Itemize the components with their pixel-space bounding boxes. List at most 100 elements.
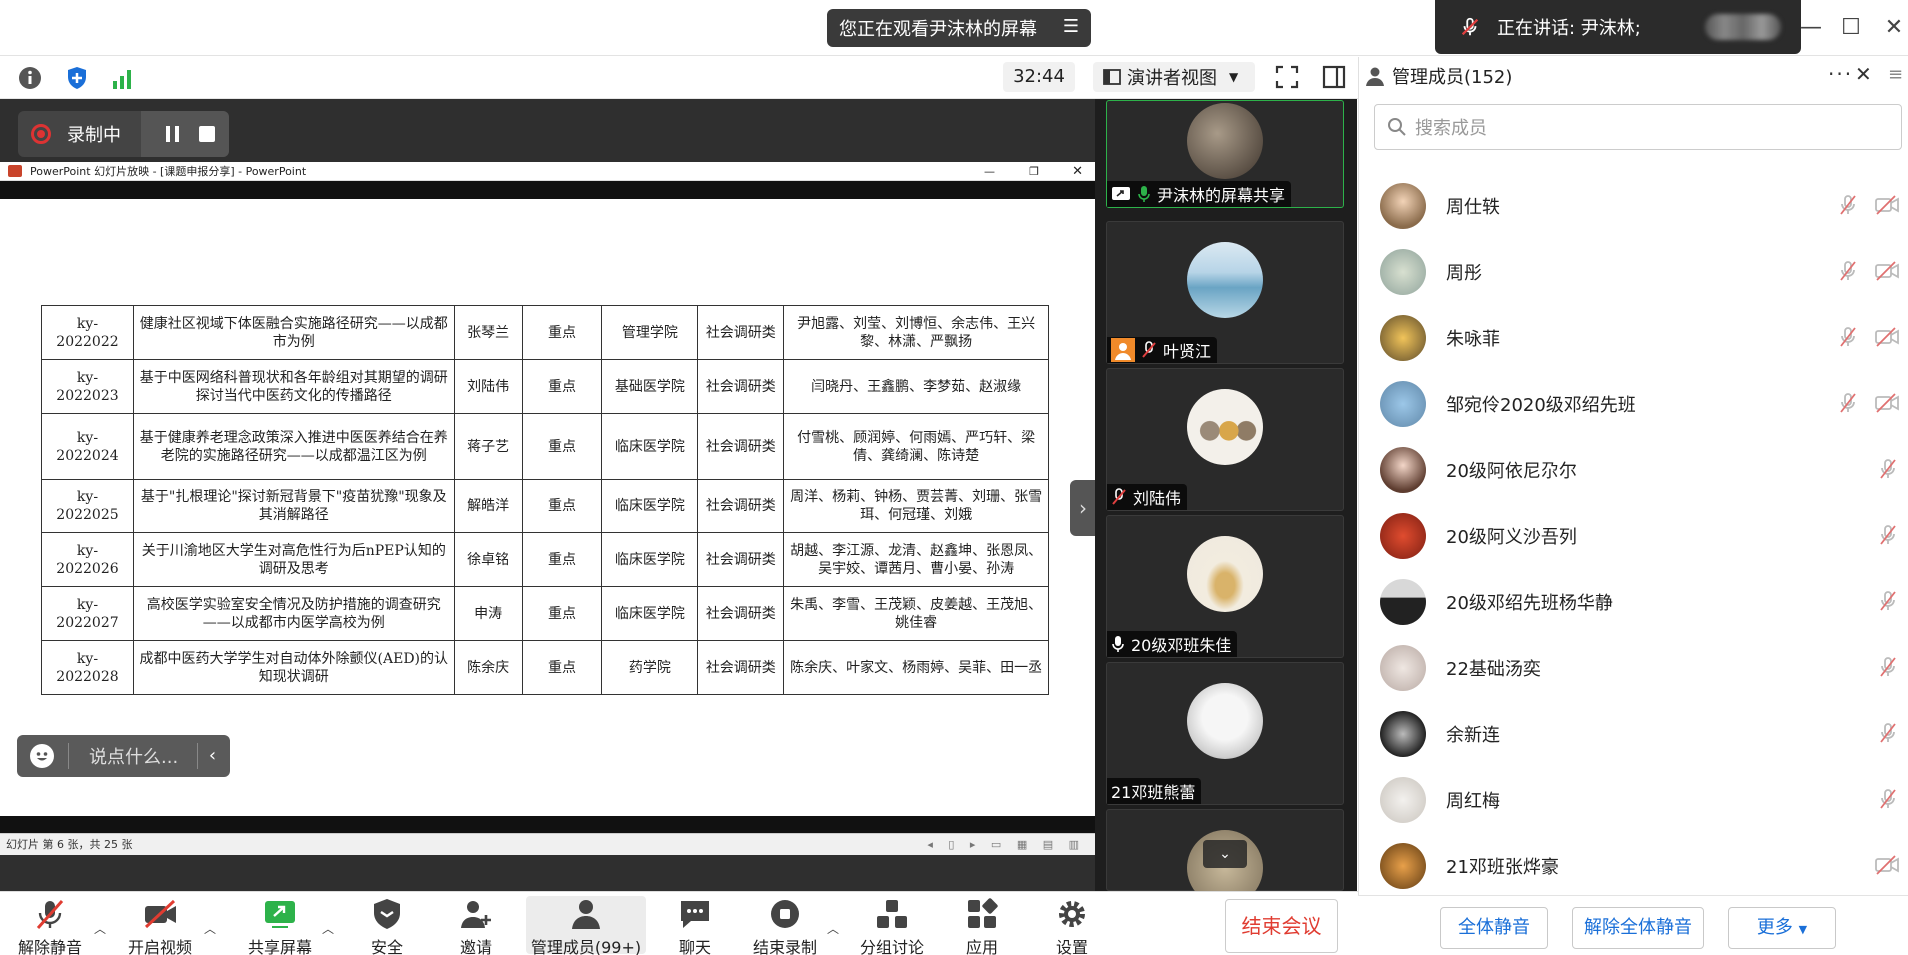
start-video-button[interactable]: 开启视频 (118, 896, 202, 955)
unmute-all-button[interactable]: 解除全体静音 (1572, 907, 1704, 949)
mute-all-button[interactable]: 全体静音 (1440, 907, 1548, 949)
mic-icon (1112, 636, 1124, 652)
settings-button[interactable]: 设置 (1044, 896, 1100, 955)
member-name: 21邓班张烨豪 (1446, 857, 1559, 878)
end-meeting-button[interactable]: 结束会议 (1225, 899, 1338, 953)
avatar (1380, 513, 1426, 559)
watching-screen-banner[interactable]: 您正在观看尹沫林的屏幕 ☰ (827, 9, 1091, 47)
member-row[interactable]: 周仕轶 (1380, 178, 1900, 234)
maximize-icon[interactable]: ☐ (1837, 14, 1865, 42)
chevron-up-icon[interactable]: ︿ (827, 920, 841, 936)
muted-mic-icon[interactable] (1876, 787, 1900, 811)
member-row[interactable]: 朱咏菲 (1380, 310, 1900, 366)
table-cell-members: 闫晓丹、王鑫鹏、李梦茹、赵淑缘 (783, 359, 1049, 414)
breakout-button[interactable]: 分组讨论 (856, 896, 928, 955)
video-off-icon[interactable] (1874, 853, 1900, 877)
chevron-down-icon: ▼ (1229, 70, 1239, 84)
muted-mic-icon[interactable] (1876, 457, 1900, 481)
muted-mic-icon[interactable] (1836, 259, 1860, 283)
table-row: ky-2022027 高校医学实验室安全情况及防护措施的调查研究——以成都市内医学… (41, 586, 1049, 641)
video-off-icon[interactable] (1874, 259, 1900, 283)
invite-button[interactable]: 邀请 (448, 896, 504, 955)
view-mode-select[interactable]: 演讲者视图 ▼ (1093, 62, 1255, 92)
member-row[interactable]: 20级阿依尼尕尔 (1380, 442, 1900, 498)
video-tile[interactable]: 21邓班熊蕾 (1106, 662, 1344, 805)
emoji-icon[interactable] (30, 744, 54, 768)
speaking-label: 正在讲话: 尹沫林; (1497, 18, 1641, 39)
member-row[interactable]: 余新连 (1380, 706, 1900, 762)
layout-icon (1103, 69, 1121, 85)
menu-icon[interactable]: ☰ (1061, 17, 1081, 37)
members-icon (572, 900, 600, 929)
scroll-down-icon[interactable]: ⌄ (1203, 840, 1247, 868)
security-button[interactable]: 安全 (358, 896, 416, 955)
view-controls-icon[interactable]: ◂ ▯ ▸ ▭ ▦ ▤ ▥ (927, 834, 1085, 856)
chat-placeholder[interactable]: 说点什么... (89, 743, 197, 769)
member-status-icons (1876, 523, 1900, 547)
video-tile[interactable]: 尹沫林的屏幕共享 (1106, 100, 1344, 208)
member-name: 22基础汤奕 (1446, 659, 1541, 680)
recording-label: 录制中 (67, 125, 121, 146)
muted-mic-icon[interactable] (1836, 193, 1860, 217)
muted-mic-icon[interactable] (1876, 655, 1900, 679)
panel-menu-icon[interactable]: ≡ (1888, 64, 1903, 85)
table-cell-id: ky-2022027 (41, 586, 134, 641)
table-cell-level: 重点 (521, 305, 603, 360)
collapse-handle-icon[interactable]: › (1070, 480, 1096, 536)
video-tile[interactable]: 20级邓班朱佳 (1106, 515, 1344, 658)
muted-mic-icon[interactable] (1876, 589, 1900, 613)
member-row[interactable]: 邹宛伶2020级邓绍先班 (1380, 376, 1900, 432)
shield-icon[interactable] (64, 65, 90, 91)
chat-button[interactable]: 聊天 (666, 896, 724, 955)
member-row[interactable]: 20级阿义沙吾列 (1380, 508, 1900, 564)
video-tile[interactable]: ⌄ (1106, 809, 1344, 906)
ppt-minimize-icon[interactable]: — (984, 162, 995, 181)
member-row[interactable]: 周彤 (1380, 244, 1900, 300)
chevron-left-icon[interactable]: ‹ (197, 743, 227, 769)
stop-icon[interactable] (197, 124, 217, 144)
member-row[interactable]: 周红梅 (1380, 772, 1900, 828)
chevron-up-icon[interactable]: ︿ (94, 920, 108, 936)
member-status-icons (1874, 853, 1900, 877)
ppt-restore-icon[interactable]: ❐ (1029, 162, 1039, 181)
search-input[interactable]: 搜索成员 (1415, 114, 1487, 140)
video-off-icon[interactable] (1874, 391, 1900, 415)
end-recording-button[interactable]: 结束录制 (746, 896, 824, 955)
member-name: 20级邓绍先班杨华静 (1446, 593, 1613, 614)
minimize-icon[interactable]: — (1797, 14, 1825, 42)
muted-mic-icon[interactable] (1836, 325, 1860, 349)
table-cell-title: 健康社区视域下体医融合实施路径研究——以成都市为例 (132, 305, 455, 360)
info-icon[interactable] (17, 65, 43, 91)
close-panel-icon[interactable]: ✕ (1855, 62, 1872, 86)
close-window-icon[interactable]: ✕ (1880, 14, 1908, 42)
sidebar-toggle-icon[interactable] (1321, 64, 1347, 90)
chevron-up-icon[interactable]: ︿ (204, 920, 218, 936)
unmute-button[interactable]: 解除静音 (8, 896, 92, 955)
ppt-close-icon[interactable]: ✕ (1072, 162, 1083, 181)
share-screen-button[interactable]: 共享屏幕 (237, 896, 323, 955)
table-cell-type: 社会调研类 (697, 413, 785, 480)
member-row[interactable]: 22基础汤奕 (1380, 640, 1900, 696)
chevron-up-icon[interactable]: ︿ (322, 920, 336, 936)
muted-mic-icon[interactable] (1876, 523, 1900, 547)
chat-label: 聊天 (678, 938, 711, 955)
chat-input-pill[interactable]: 说点什么... ‹ (17, 735, 230, 777)
video-off-icon[interactable] (1874, 325, 1900, 349)
signal-icon[interactable] (110, 65, 136, 91)
more-options-icon[interactable]: ··· (1828, 62, 1853, 86)
more-button[interactable]: 更多 ▼ (1728, 907, 1836, 949)
muted-mic-icon[interactable] (1876, 721, 1900, 745)
apps-button[interactable]: 应用 (954, 896, 1010, 955)
member-row[interactable]: 21邓班张烨豪 (1380, 838, 1900, 894)
table-cell-college: 管理学院 (601, 305, 699, 360)
mic-icon (1138, 186, 1150, 202)
fullscreen-icon[interactable] (1274, 64, 1300, 90)
pause-icon[interactable] (163, 124, 183, 144)
member-row[interactable]: 20级邓绍先班杨华静 (1380, 574, 1900, 630)
muted-mic-icon[interactable] (1836, 391, 1860, 415)
video-tile[interactable]: 刘陆伟 (1106, 368, 1344, 511)
member-search[interactable]: 搜索成员 (1374, 104, 1902, 150)
manage-members-button[interactable]: 管理成员(99+) (526, 896, 646, 955)
video-tile[interactable]: 叶贤江 (1106, 221, 1344, 364)
video-off-icon[interactable] (1874, 193, 1900, 217)
